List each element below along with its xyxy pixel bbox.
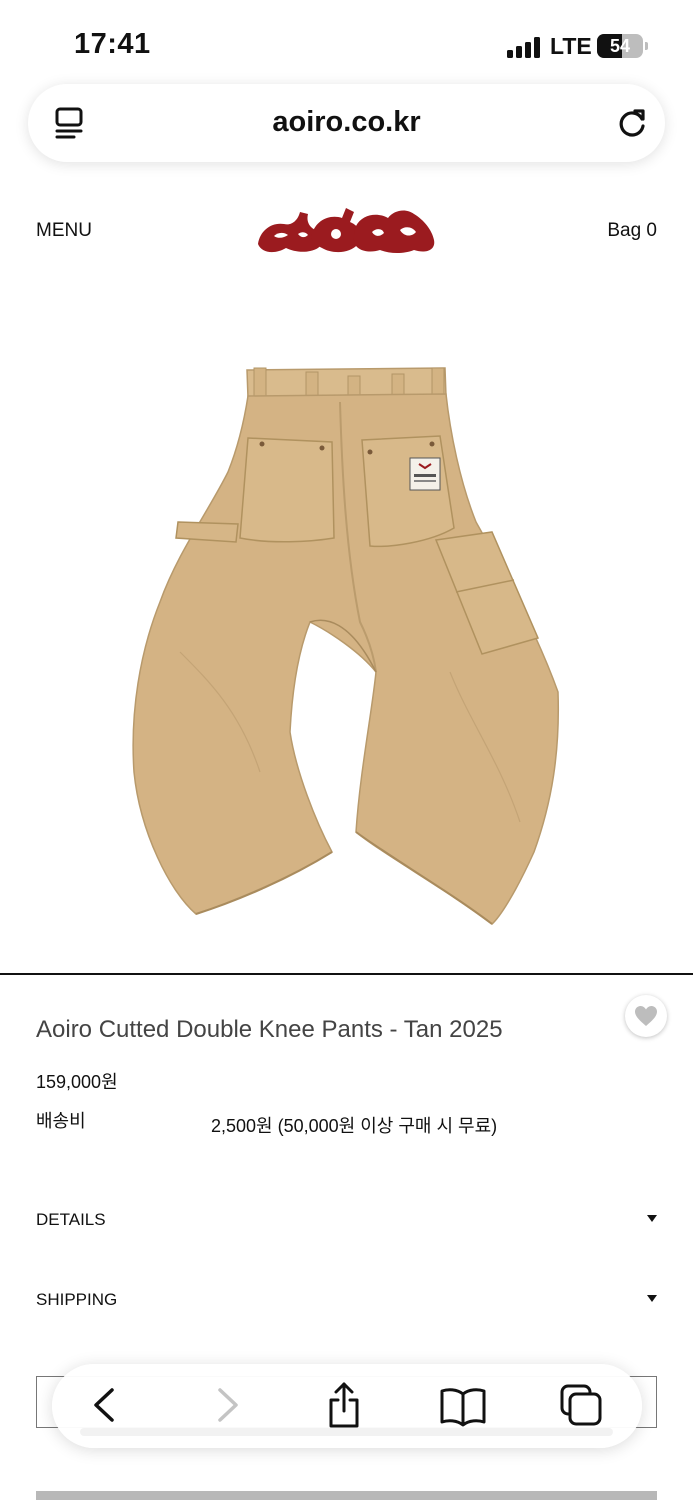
product-image[interactable] — [120, 352, 570, 937]
shipping-label: 배송비 — [36, 1111, 86, 1131]
book-icon[interactable] — [438, 1380, 488, 1430]
home-indicator — [80, 1428, 613, 1436]
url-text[interactable]: aoiro.co.kr — [28, 106, 665, 139]
network-type: LTE — [550, 33, 592, 59]
product-title: Aoiro Cutted Double Knee Pants - Tan 202… — [36, 1016, 503, 1043]
aoiro-logo[interactable] — [254, 204, 438, 258]
address-bar[interactable]: aoiro.co.kr — [28, 84, 665, 162]
wishlist-button[interactable] — [625, 995, 667, 1037]
caret-down-icon — [647, 1295, 657, 1302]
caret-down-icon — [647, 1215, 657, 1222]
battery-tip — [645, 42, 648, 50]
share-icon[interactable] — [319, 1380, 369, 1430]
accordion-shipping-label: SHIPPING — [36, 1290, 118, 1309]
battery-level: 54 — [609, 36, 631, 56]
chevron-right-icon[interactable] — [202, 1380, 252, 1430]
bag-link[interactable]: Bag 0 — [607, 220, 657, 242]
menu-link[interactable]: MENU — [36, 220, 92, 242]
divider — [0, 973, 693, 975]
status-time: 17:41 — [74, 28, 151, 60]
product-price: 159,000원 — [36, 1072, 118, 1092]
accordion-details[interactable]: DETAILS — [36, 1200, 657, 1240]
accordion-shipping[interactable]: SHIPPING — [36, 1280, 657, 1320]
shipping-value: 2,500원 (50,000원 이상 구매 시 무료) — [211, 1116, 498, 1136]
signal-icon — [507, 36, 543, 58]
chevron-left-icon[interactable] — [80, 1380, 130, 1430]
buy-button[interactable] — [36, 1491, 657, 1500]
battery-icon: 54 — [597, 34, 643, 58]
tabs-icon[interactable] — [556, 1380, 606, 1430]
reload-icon[interactable] — [616, 106, 650, 140]
heart-icon — [635, 1006, 657, 1026]
status-bar: 17:41 LTE 54 — [0, 0, 693, 80]
accordion-details-label: DETAILS — [36, 1210, 106, 1229]
